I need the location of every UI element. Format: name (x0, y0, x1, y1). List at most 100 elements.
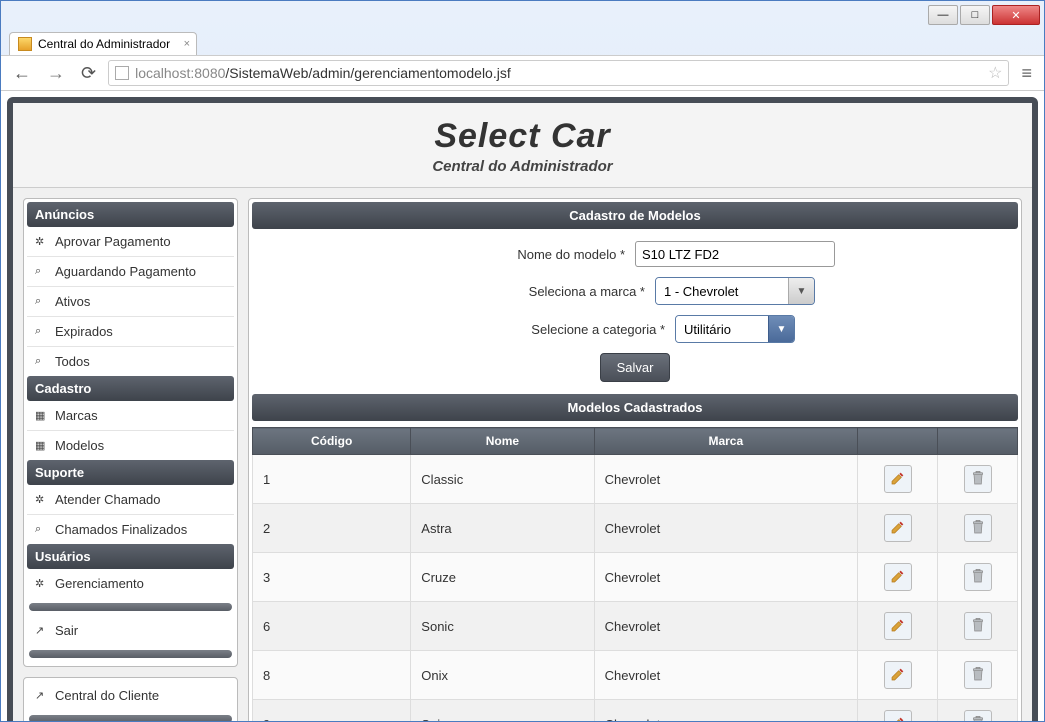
delete-button[interactable] (964, 612, 992, 640)
pencil-icon (890, 519, 906, 538)
save-button[interactable]: Salvar (600, 353, 671, 382)
cell-marca: Chevrolet (594, 504, 857, 553)
chevron-down-icon[interactable]: ▼ (788, 278, 814, 304)
delete-button[interactable] (964, 563, 992, 591)
panel-divider (29, 650, 232, 658)
form-title: Cadastro de Modelos (252, 202, 1018, 229)
sidebar-item[interactable]: ✲ Aprovar Pagamento (27, 227, 234, 257)
label-nome: Nome do modelo * (435, 247, 625, 262)
sidebar-item-label: Aprovar Pagamento (55, 234, 171, 249)
cell-marca: Chevrolet (594, 700, 857, 722)
sidebar-item[interactable]: ✲ Gerenciamento (27, 569, 234, 598)
cell-marca: Chevrolet (594, 553, 857, 602)
cell-marca: Chevrolet (594, 602, 857, 651)
cell-nome: Onix (411, 651, 594, 700)
back-button[interactable]: ← (9, 61, 35, 86)
table-header (938, 428, 1018, 455)
search-icon: ⌕ (35, 523, 49, 536)
sidebar-item[interactable]: ⌕Chamados Finalizados (27, 515, 234, 544)
sidebar-item-label: Sair (55, 623, 78, 638)
sidebar-section-title: Usuários (27, 544, 234, 569)
browser-toolbar: ← → ⟳ localhost:8080/SistemaWeb/admin/ge… (1, 55, 1044, 91)
window-maximize-button[interactable]: □ (960, 5, 990, 25)
forward-button[interactable]: → (43, 61, 69, 86)
cell-codigo: 3 (253, 553, 411, 602)
cell-marca: Chevrolet (594, 651, 857, 700)
trash-icon (970, 519, 986, 538)
cell-nome: Classic (411, 455, 594, 504)
delete-button[interactable] (964, 710, 992, 721)
sidebar-panel-main: Anúncios ✲ Aprovar Pagamento ⌕Aguardando Pa… (23, 198, 238, 667)
trash-icon (970, 470, 986, 489)
sidebar-section-title: Anúncios (27, 202, 234, 227)
table-header (858, 428, 938, 455)
table-row: 9SpinChevrolet (253, 700, 1018, 722)
reload-button[interactable]: ⟳ (77, 61, 100, 86)
sidebar-item[interactable]: ✲Atender Chamado (27, 485, 234, 515)
sidebar-item[interactable]: ⌕Aguardando Pagamento (27, 257, 234, 287)
browser-menu-icon[interactable]: ≡ (1017, 63, 1036, 84)
delete-button[interactable] (964, 514, 992, 542)
table-row: 1ClassicChevrolet (253, 455, 1018, 504)
cell-codigo: 1 (253, 455, 411, 504)
trash-icon (970, 715, 986, 722)
sidebar-item[interactable]: ⌕Todos (27, 347, 234, 376)
url-bar[interactable]: localhost:8080/SistemaWeb/admin/gerencia… (108, 60, 1009, 86)
sidebar-item[interactable]: ⌕Ativos (27, 287, 234, 317)
cell-nome: Spin (411, 700, 594, 722)
sidebar-item-central-cliente[interactable]: ↗Central do Cliente (27, 681, 234, 710)
brand-title: Select Car (13, 117, 1032, 156)
table-row: 8OnixChevrolet (253, 651, 1018, 700)
edit-button[interactable] (884, 514, 912, 542)
chevron-down-icon[interactable]: ▼ (768, 316, 794, 342)
browser-tab[interactable]: Central do Administrador × (9, 32, 197, 55)
sidebar-item-label: Central do Cliente (55, 688, 159, 703)
sidebar-section-title: Cadastro (27, 376, 234, 401)
window-close-button[interactable]: ✕ (992, 5, 1040, 25)
edit-button[interactable] (884, 661, 912, 689)
edit-button[interactable] (884, 710, 912, 721)
sidebar-item[interactable]: ⌕Expirados (27, 317, 234, 347)
label-marca: Seleciona a marca * (455, 284, 645, 299)
delete-button[interactable] (964, 661, 992, 689)
sidebar-section-title: Suporte (27, 460, 234, 485)
favicon-icon (18, 37, 32, 51)
delete-button[interactable] (964, 465, 992, 493)
trash-icon (970, 617, 986, 636)
gear-icon: ✲ (35, 493, 49, 506)
sidebar-item[interactable]: ▦Marcas (27, 401, 234, 431)
table-header: Código (253, 428, 411, 455)
table-row: 2AstraChevrolet (253, 504, 1018, 553)
pencil-icon (890, 470, 906, 489)
window-frame: — □ ✕ Central do Administrador × ← → ⟳ l… (0, 0, 1045, 722)
sidebar-item-sair[interactable]: ↗Sair (27, 616, 234, 645)
input-nome-modelo[interactable] (635, 241, 835, 267)
edit-button[interactable] (884, 563, 912, 591)
grid-icon: ▦ (35, 409, 49, 422)
edit-button[interactable] (884, 612, 912, 640)
table-row: 6SonicChevrolet (253, 602, 1018, 651)
panel-divider (29, 603, 232, 611)
panel-divider (29, 715, 232, 721)
models-table: CódigoNomeMarca 1ClassicChevrolet2AstraC… (252, 427, 1018, 721)
sidebar-item-label: Gerenciamento (55, 576, 144, 591)
gear-icon: ✲ (35, 577, 49, 590)
sidebar-item[interactable]: ▦Modelos (27, 431, 234, 460)
sidebar-item-label: Expirados (55, 324, 113, 339)
edit-button[interactable] (884, 465, 912, 493)
select-marca[interactable]: 1 - Chevrolet ▼ (655, 277, 815, 305)
site-info-icon[interactable] (115, 66, 129, 80)
bookmark-icon[interactable]: ☆ (988, 63, 1002, 83)
select-categoria[interactable]: Utilitário ▼ (675, 315, 795, 343)
cell-nome: Sonic (411, 602, 594, 651)
pencil-icon (890, 617, 906, 636)
trash-icon (970, 666, 986, 685)
tab-close-icon[interactable]: × (184, 38, 190, 50)
window-minimize-button[interactable]: — (928, 5, 958, 25)
pencil-icon (890, 568, 906, 587)
sidebar-item-label: Todos (55, 354, 90, 369)
label-categoria: Selecione a categoria * (475, 322, 665, 337)
gear-icon: ✲ (35, 235, 49, 248)
main-content: Cadastro de Modelos Nome do modelo * Sel… (248, 198, 1022, 721)
table-header: Marca (594, 428, 857, 455)
